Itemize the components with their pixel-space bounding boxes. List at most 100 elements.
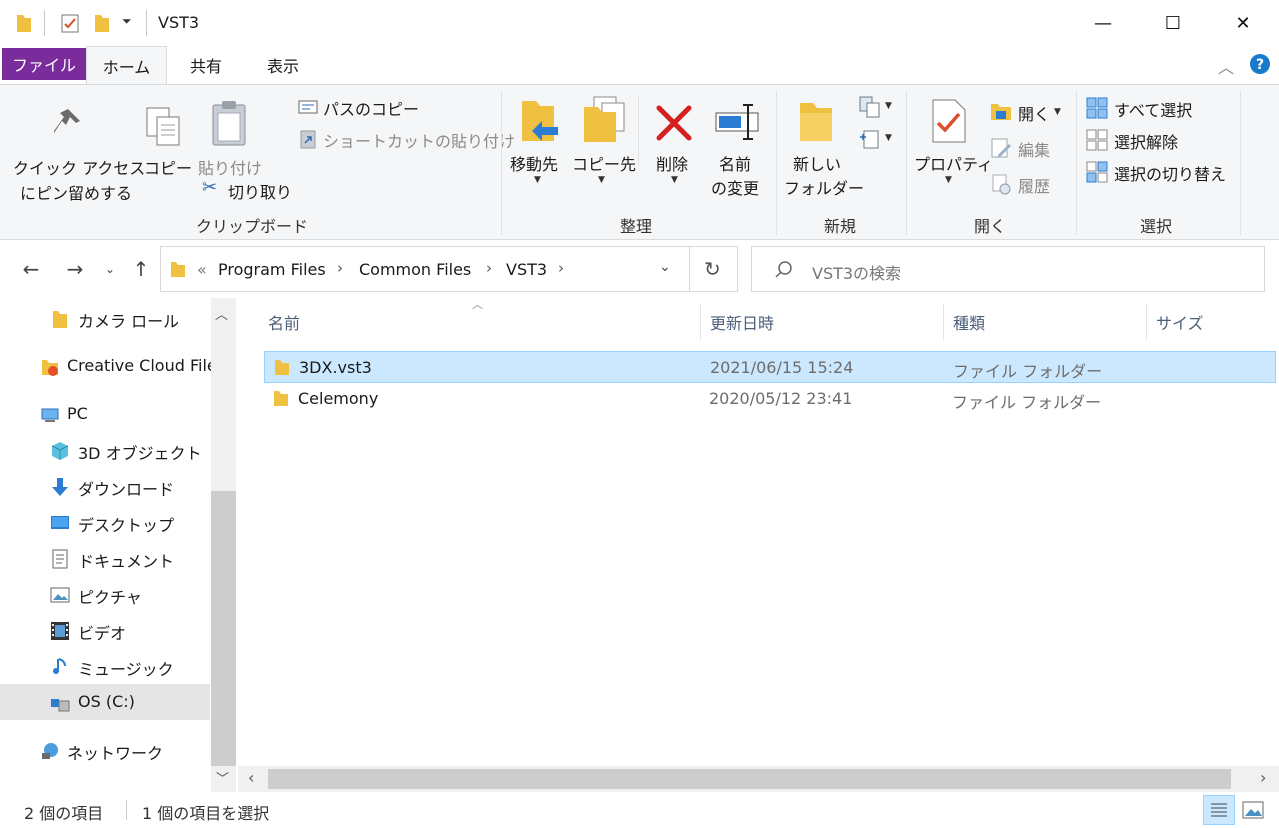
file-row[interactable]: 3DX.vst3 2021/06/15 15:24 ファイル フォルダー [264,351,1276,383]
properties-icon[interactable] [60,12,80,34]
file-name: Celemony [298,389,379,408]
breadcrumb-overflow[interactable]: « [197,260,207,279]
tab-view[interactable]: 表示 [248,46,318,84]
divider[interactable] [700,304,701,340]
delete-button[interactable]: 削除 ▼ [648,93,702,189]
nav-item-music[interactable]: ミュージック [0,648,210,684]
divider[interactable] [1146,304,1147,340]
nav-item-creative-cloud[interactable]: Creative Cloud File [0,348,217,384]
column-header-modified[interactable]: 更新日時 [710,310,774,334]
nav-item-desktop[interactable]: デスクトップ [0,504,210,540]
breadcrumb-separator-icon[interactable]: › [558,259,564,277]
file-name: 3DX.vst3 [299,358,372,377]
nav-item-pictures[interactable]: ピクチャ [0,576,210,612]
back-arrow-icon[interactable]: ← [16,254,46,284]
select-none-button[interactable]: 選択解除 [1084,127,1234,153]
breadcrumb-separator-icon[interactable]: › [337,259,343,277]
address-bar[interactable]: « Program Files › Common Files › VST3 › … [160,246,690,292]
scissors-icon: ✂ [202,177,218,198]
breadcrumb-vst3[interactable]: VST3 [506,260,547,279]
invert-selection-label: 選択の切り替え [1114,165,1227,184]
download-arrow-icon [52,478,68,496]
tab-share[interactable]: 共有 [172,46,240,84]
nav-item-network[interactable]: ネットワーク [0,732,210,768]
tab-home[interactable]: ホーム [86,46,167,85]
file-type: ファイル フォルダー [952,393,1102,412]
customize-toolbar-chevron-icon[interactable]: ⏷ [122,14,132,29]
maximize-button[interactable]: ☐ [1138,0,1208,46]
help-icon[interactable]: ? [1249,53,1271,75]
scroll-down-chevron-icon[interactable]: ﹀ [216,768,229,787]
details-view-button[interactable] [1203,795,1235,825]
nav-item-camera-roll[interactable]: カメラ ロール [0,300,210,336]
new-item-button[interactable]: ▼ [858,95,898,121]
close-button[interactable]: ✕ [1208,0,1278,46]
divider [906,91,907,235]
move-to-button[interactable]: 移動先 ▼ [506,93,568,189]
paste-shortcut-icon [300,130,316,149]
nav-pane-scroll-thumb[interactable] [211,491,236,766]
easy-access-button[interactable]: ▼ [858,127,898,153]
large-icons-view-button[interactable] [1240,798,1266,822]
easy-access-icon [860,130,879,149]
history-button[interactable]: 履歴 [990,171,1070,197]
new-group-label: 新規 [823,217,856,236]
pin-to-quick-access-button[interactable]: クイック アクセス にピン留めする [8,93,145,205]
tab-file[interactable]: ファイル [2,48,86,80]
column-header-name[interactable]: 名前 [268,310,300,334]
document-icon [52,549,68,569]
refresh-button[interactable]: ↻ [690,246,738,292]
paste-shortcut-button[interactable]: ショートカットの貼り付け [296,127,515,153]
breadcrumb-common-files[interactable]: Common Files [359,260,471,279]
breadcrumb-separator-icon[interactable]: › [486,259,492,277]
divider [146,10,147,36]
nav-item-videos[interactable]: ビデオ [0,612,210,648]
invert-selection-button[interactable]: 選択の切り替え [1084,159,1234,185]
recent-locations-chevron-icon[interactable]: ⌄ [96,254,124,284]
collapse-ribbon-chevron-icon[interactable]: ︿ [1218,54,1234,78]
nav-item-label: ドキュメント [78,552,175,571]
select-all-label: すべて選択 [1114,101,1193,120]
scroll-right-chevron-icon[interactable]: › [1260,768,1266,787]
new-folder-icon[interactable] [92,12,112,34]
breadcrumb-program-files[interactable]: Program Files [218,260,326,279]
creative-cloud-folder-icon [42,360,58,376]
delete-label: 削除 [656,155,689,174]
new-folder-button[interactable]: 新しい フォルダー [780,93,864,203]
edit-button[interactable]: 編集 [990,135,1070,161]
minimize-button[interactable]: — [1068,0,1138,46]
address-history-chevron-icon[interactable]: ⌄ [659,259,671,275]
column-header-size[interactable]: サイズ [1156,310,1204,334]
divider[interactable] [943,304,944,340]
up-arrow-icon[interactable]: ↑ [126,254,156,284]
folder-icon [275,360,289,375]
horizontal-scroll-thumb[interactable] [268,769,1231,789]
select-all-button[interactable]: すべて選択 [1084,95,1234,121]
video-icon [51,622,69,640]
properties-button[interactable]: プロパティ ▼ [910,93,993,189]
nav-item-os-c[interactable]: OS (C:) [0,684,210,720]
copy-button[interactable]: コピー [138,93,192,183]
forward-arrow-icon[interactable]: → [60,254,90,284]
folder-icon [53,311,67,328]
nav-item-3d-objects[interactable]: 3D オブジェクト [0,432,210,468]
cut-button[interactable]: ✂ 切り取り [200,177,300,203]
properties-dropdown-icon: ▼ [945,175,952,185]
nav-item-downloads[interactable]: ダウンロード [0,468,210,504]
column-header-type[interactable]: 種類 [953,310,985,334]
copy-to-button[interactable]: コピー先 ▼ [570,93,636,189]
scroll-up-chevron-icon[interactable]: ︿ [215,304,228,323]
open-button[interactable]: 開く ▼ [990,99,1070,125]
copy-path-button[interactable]: パスのコピー [296,95,496,121]
nav-item-label: 3D オブジェクト [78,444,202,463]
nav-item-label: PC [67,404,88,423]
file-row[interactable]: Celemony 2020/05/12 23:41 ファイル フォルダー [264,383,1276,415]
scroll-left-chevron-icon[interactable]: ‹ [248,768,254,787]
search-box[interactable]: VST3の検索 [751,246,1265,292]
nav-item-pc[interactable]: PC [0,396,210,432]
nav-item-documents[interactable]: ドキュメント [0,540,210,576]
rename-button[interactable]: 名前 の変更 [706,93,768,203]
clipboard-icon [212,101,246,146]
nav-item-label: Creative Cloud File [67,356,217,375]
paste-button[interactable]: 貼り付け [196,93,264,183]
